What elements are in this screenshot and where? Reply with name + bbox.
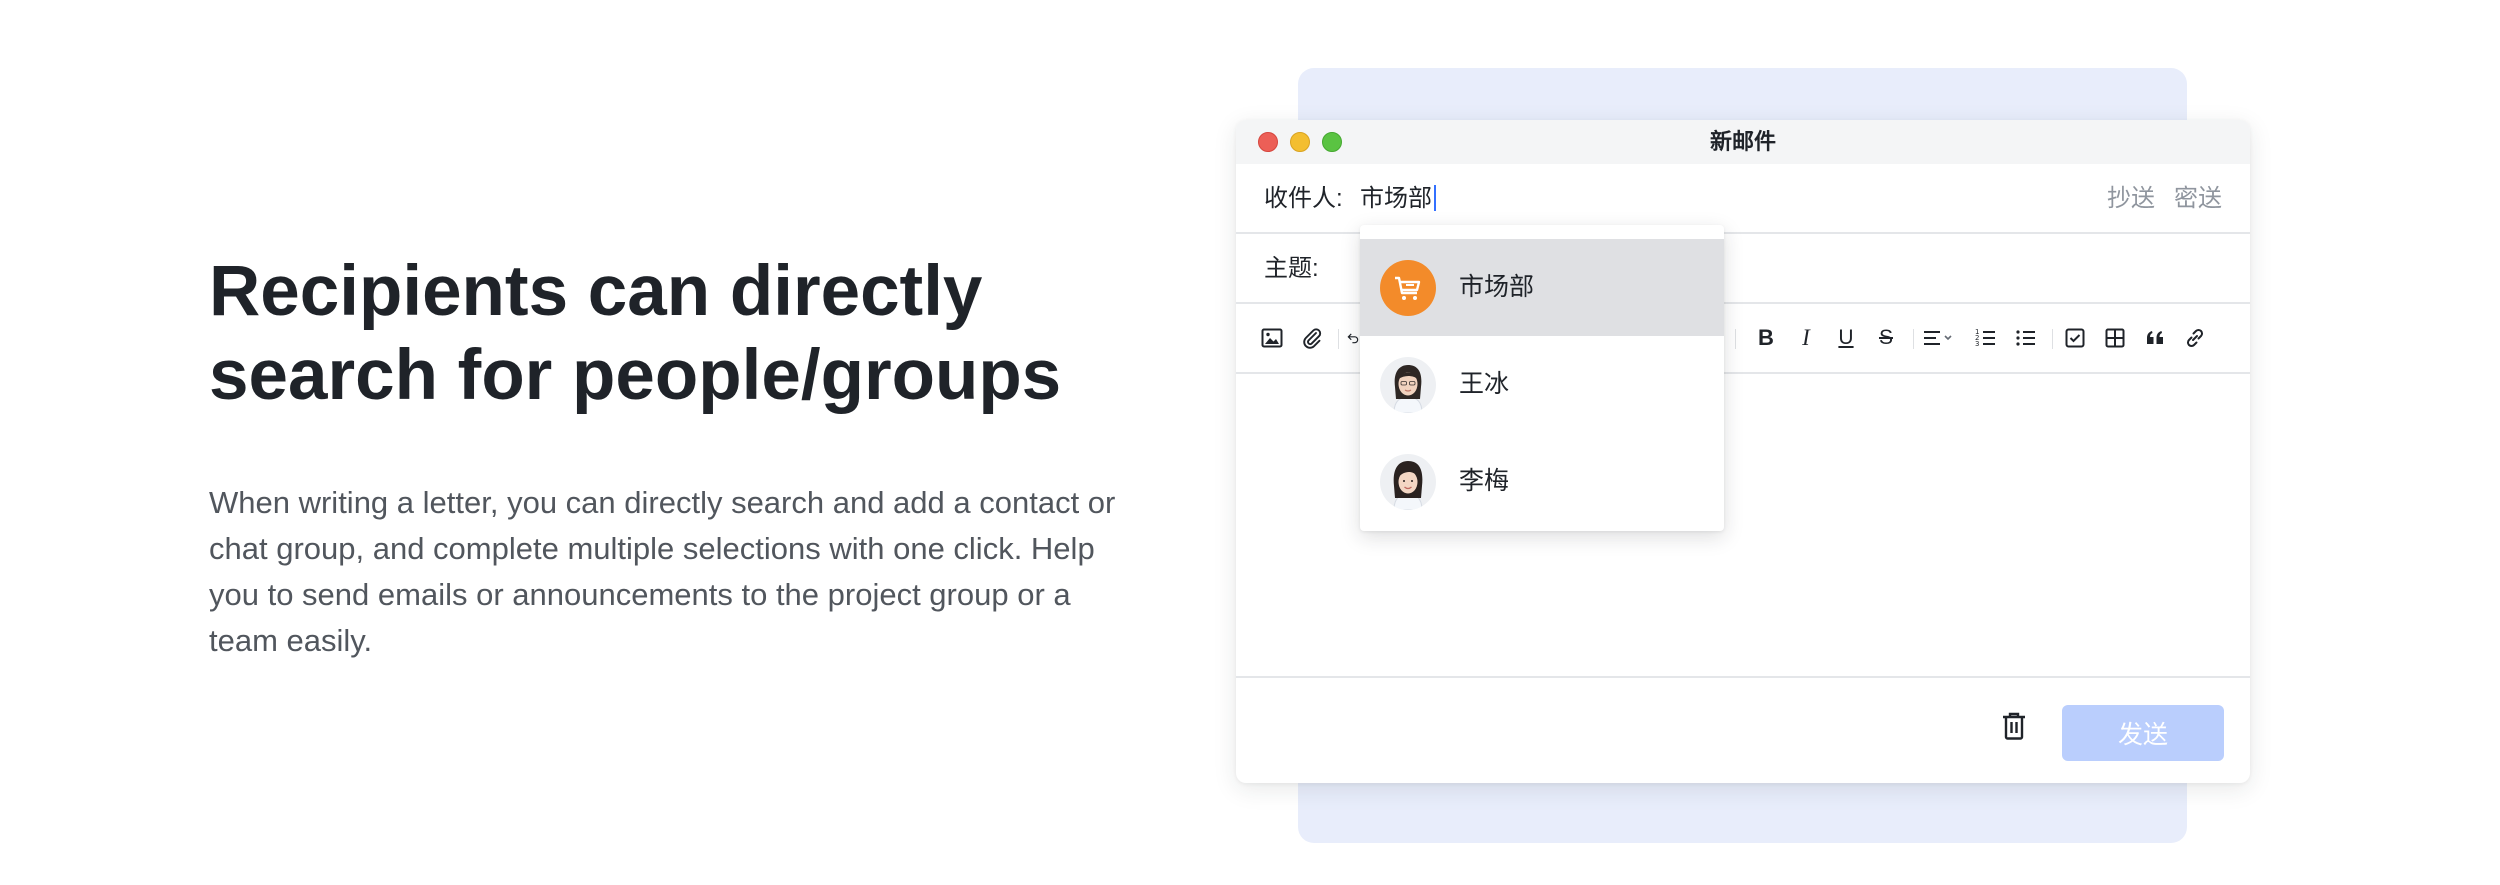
bullet-list-icon[interactable] bbox=[2013, 325, 2039, 351]
quote-icon[interactable] bbox=[2142, 325, 2168, 351]
person-avatar bbox=[1380, 454, 1436, 510]
trash-icon bbox=[2003, 712, 2025, 740]
person-avatar bbox=[1380, 357, 1436, 413]
recipient-label: 收件人: bbox=[1264, 185, 1343, 212]
window-title: 新邮件 bbox=[1709, 129, 1776, 154]
group-avatar bbox=[1380, 260, 1436, 316]
recipient-row: 收件人: 市场部 抄送 密送 bbox=[1236, 164, 2250, 234]
headline-line-2: search for people/groups bbox=[209, 336, 1062, 415]
description: When writing a letter, you can directly … bbox=[209, 485, 1116, 658]
suggestion-item-person[interactable]: 李梅 bbox=[1360, 433, 1724, 530]
recipient-input[interactable]: 市场部 bbox=[1360, 164, 1436, 234]
suggestion-name: 市场部 bbox=[1459, 273, 1535, 301]
headline: Recipients can directly search for peopl… bbox=[209, 250, 1189, 418]
suggestion-item-person[interactable]: 王冰 bbox=[1360, 336, 1724, 433]
text-caret bbox=[1434, 184, 1436, 211]
attachment-icon[interactable] bbox=[1299, 325, 1325, 351]
suggestion-name: 王冰 bbox=[1459, 370, 1510, 398]
bcc-button[interactable]: 密送 bbox=[2174, 164, 2222, 234]
title-bar: 新邮件 bbox=[1236, 120, 2250, 164]
cc-button[interactable]: 抄送 bbox=[2107, 164, 2155, 234]
toolbar-separator bbox=[1913, 329, 1914, 349]
bold-icon[interactable]: B bbox=[1753, 325, 1779, 351]
underline-icon[interactable]: U bbox=[1833, 325, 1859, 351]
recipient-input-text: 市场部 bbox=[1360, 185, 1432, 212]
align-icon[interactable] bbox=[1922, 325, 1956, 351]
link-icon[interactable] bbox=[2182, 325, 2208, 351]
toolbar-separator bbox=[1338, 329, 1339, 349]
footer-divider bbox=[1236, 676, 2250, 678]
subject-label: 主题: bbox=[1264, 255, 1319, 282]
toolbar-separator bbox=[1735, 329, 1736, 349]
undo-icon[interactable] bbox=[1346, 325, 1360, 351]
suggestion-item-group[interactable]: 市场部 bbox=[1360, 239, 1724, 336]
cart-icon bbox=[1395, 276, 1421, 300]
image-icon[interactable] bbox=[1259, 325, 1285, 351]
suggestion-name: 李梅 bbox=[1459, 467, 1510, 495]
recipient-suggestions-dropdown: 市场部 王冰 李梅 bbox=[1360, 225, 1724, 531]
italic-icon[interactable]: I bbox=[1793, 325, 1819, 351]
toolbar-separator bbox=[2052, 329, 2053, 349]
send-button[interactable]: 发送 bbox=[2062, 705, 2224, 761]
table-icon[interactable] bbox=[2102, 325, 2128, 351]
ordered-list-icon[interactable]: 123 bbox=[1973, 325, 1999, 351]
delete-draft-button[interactable] bbox=[1998, 710, 2030, 742]
headline-line-1: Recipients can directly bbox=[209, 252, 983, 331]
strikethrough-icon[interactable]: S bbox=[1873, 325, 1899, 351]
checklist-icon[interactable] bbox=[2062, 325, 2088, 351]
svg-text:3: 3 bbox=[1975, 340, 1979, 348]
